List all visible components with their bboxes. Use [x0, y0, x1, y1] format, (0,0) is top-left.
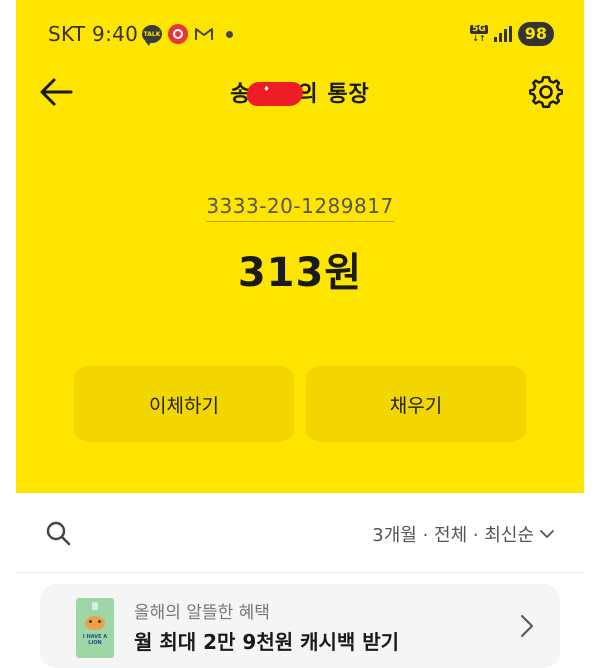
- left-margin: [0, 0, 16, 668]
- redaction-mark: [247, 82, 304, 106]
- promo-card-image-text: I HAVE A LION: [82, 634, 108, 646]
- promo-title: 월 최대 2만 9천원 캐시백 받기: [134, 630, 400, 654]
- notification-icons: TALK: [142, 24, 233, 46]
- network-5g-icon: 5G ↓↑: [470, 23, 488, 43]
- battery-indicator: 98: [517, 22, 554, 46]
- red-app-icon: [168, 24, 188, 44]
- transaction-filter-bar: 3개월 · 전체 · 최신순: [16, 493, 584, 573]
- account-number-row: 3333-20-1289817: [16, 194, 584, 222]
- search-icon: [46, 521, 71, 546]
- account-number[interactable]: 3333-20-1289817: [206, 194, 394, 222]
- app-header: 송의 통장: [16, 60, 584, 124]
- kakaotalk-icon-text: TALK: [143, 30, 161, 38]
- gear-icon: [529, 76, 563, 108]
- account-balance: 313원: [237, 250, 363, 296]
- status-bar: SKT 9:40 TALK 5G ↓↑ 98: [16, 14, 584, 52]
- period-filter-dropdown[interactable]: 3개월 · 전체 · 최신순: [372, 521, 554, 547]
- chevron-right-icon: [520, 614, 534, 642]
- kakaotalk-icon: TALK: [142, 25, 162, 46]
- settings-button[interactable]: [526, 72, 566, 112]
- fill-button[interactable]: 채우기: [306, 366, 526, 442]
- gmail-icon: [194, 24, 214, 44]
- transfer-button[interactable]: 이체하기: [74, 366, 294, 442]
- signal-strength-icon: [493, 26, 512, 42]
- carrier-time: SKT 9:40: [48, 22, 138, 46]
- promo-banner[interactable]: I HAVE A LION 올해의 알뜰한 혜택 월 최대 2만 9천원 캐시백…: [40, 584, 560, 668]
- search-button[interactable]: [42, 517, 74, 549]
- filter-label: 3개월 · 전체 · 최신순: [372, 525, 534, 546]
- network-label: 5G: [470, 23, 488, 34]
- phone-screen: SKT 9:40 TALK 5G ↓↑ 98 송♦ 의 통장 3333-20-1…: [16, 0, 584, 668]
- account-title: 송의 통장: [230, 76, 370, 108]
- carrier-label: SKT: [48, 22, 86, 46]
- promo-card-image: I HAVE A LION: [76, 598, 114, 658]
- clock: 9:40: [92, 22, 139, 46]
- more-notifications-dot-icon: [226, 30, 233, 38]
- title-suffix: 의 통장: [297, 82, 370, 107]
- promo-subtitle: 올해의 알뜰한 혜택: [134, 603, 270, 623]
- right-margin: [584, 0, 595, 668]
- system-status: 5G ↓↑ 98: [470, 22, 554, 46]
- chevron-down-icon: [540, 530, 554, 538]
